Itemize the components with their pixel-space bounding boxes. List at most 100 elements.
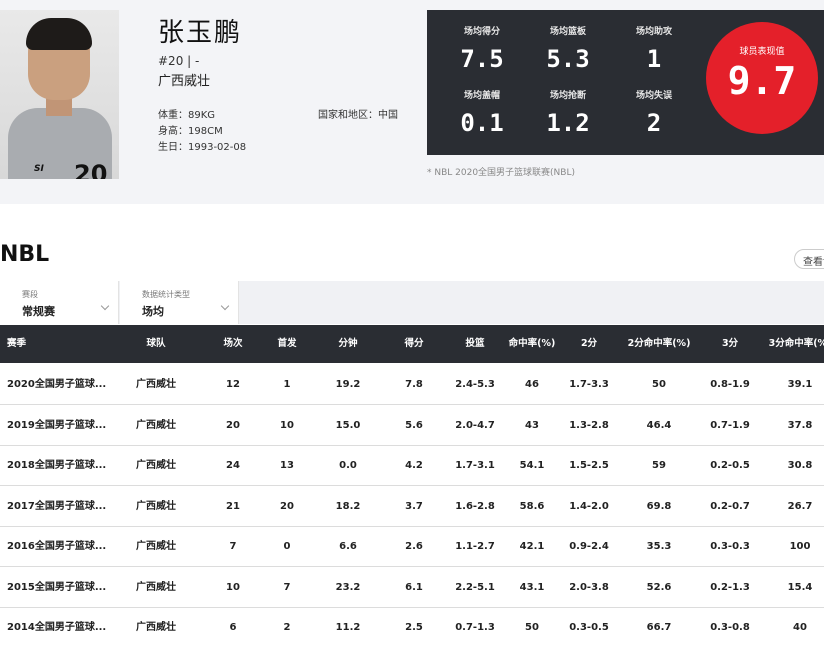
stat-type-select-value: 场均 — [142, 305, 164, 318]
jersey-number: 20 — [74, 160, 108, 179]
cell-starts: 10 — [280, 419, 294, 431]
league-section-title: NBL — [0, 242, 50, 267]
cell-fg: 1.6-2.8 — [455, 500, 495, 512]
cell-three-pt-pct: 15.4 — [787, 581, 813, 593]
stat-value: 0.1 — [460, 109, 504, 137]
cell-two-pt-pct: 46.4 — [646, 419, 672, 431]
cell-games: 10 — [226, 581, 240, 593]
stage-select[interactable]: 赛段 常规赛 — [0, 281, 119, 324]
cell-points: 6.1 — [405, 581, 423, 593]
stat-value: 5.3 — [546, 45, 590, 73]
cell-season: 2015全国男子篮球... — [7, 581, 107, 593]
cell-points: 2.6 — [405, 541, 423, 552]
view-details-button[interactable]: 查看详情 — [794, 249, 824, 269]
column-header-fg: 投篮 — [465, 338, 485, 349]
performance-score-badge: 球员表现值 9.7 — [706, 22, 818, 134]
cell-team[interactable]: 广西威壮 — [120, 608, 192, 646]
cell-three-pt-pct: 37.8 — [787, 419, 813, 431]
stat-value: 7.5 — [460, 45, 504, 73]
stat-turnovers: 场均失误 2 — [611, 88, 697, 137]
cell-fg: 1.7-3.1 — [455, 460, 495, 471]
stat-points: 场均得分 7.5 — [439, 24, 525, 73]
stat-steals: 场均抢断 1.2 — [525, 88, 611, 137]
cell-starts: 7 — [283, 581, 291, 593]
cell-team[interactable]: 广西威壮 — [120, 487, 192, 527]
cell-three-pt: 0.2-1.3 — [710, 581, 750, 593]
stat-value: 1.2 — [546, 109, 590, 137]
column-header-two-pt-pct: 2分命中率(%) — [627, 338, 691, 349]
cell-two-pt-pct: 66.7 — [646, 622, 672, 633]
player-hair — [26, 18, 92, 50]
jersey-logo: SI — [34, 164, 44, 174]
cell-fg-pct: 43.1 — [519, 581, 545, 593]
column-header-fg-pct: 命中率(%) — [508, 338, 556, 349]
cell-team[interactable]: 广西威壮 — [120, 406, 192, 446]
stat-label: 场均盖帽 — [463, 91, 500, 101]
cell-three-pt-pct: 26.7 — [787, 500, 813, 512]
cell-minutes: 0.0 — [339, 460, 357, 471]
cell-team[interactable]: 广西威壮 — [120, 446, 192, 486]
cell-two-pt-pct: 69.8 — [646, 500, 672, 512]
cell-games: 20 — [226, 419, 240, 431]
cell-three-pt: 0.2-0.5 — [710, 460, 750, 471]
stats-table-header: 赛季 球队 场次 首发 分钟 得分 投篮 命中率(%) 2分 2分命中率(%) 3分 3分命中率(%) — [0, 325, 824, 363]
cell-season: 2020全国男子篮球... — [7, 379, 107, 390]
cell-season: 2016全国男子篮球... — [7, 541, 107, 552]
stage-select-value: 常规赛 — [22, 305, 55, 318]
cell-minutes: 11.2 — [335, 622, 361, 633]
cell-two-pt: 1.4-2.0 — [569, 500, 609, 512]
column-header-two-pt: 2分 — [580, 338, 598, 349]
table-row: 2019全国男子篮球... 广西威壮 20 10 15.0 5.6 2.0-4.7 43 1.3… — [0, 405, 824, 446]
cell-two-pt-pct: 50 — [652, 379, 666, 390]
cell-fg: 2.0-4.7 — [455, 419, 495, 431]
player-height: 身高：198CM — [158, 126, 223, 137]
stat-value: 2 — [646, 109, 662, 137]
cell-three-pt-pct: 100 — [789, 541, 811, 552]
cell-minutes: 19.2 — [335, 379, 361, 390]
cell-two-pt-pct: 52.6 — [646, 581, 672, 593]
cell-two-pt: 2.0-3.8 — [569, 581, 609, 593]
player-name: 张玉鹏 — [158, 18, 243, 48]
player-profile: SI 20 张玉鹏 #20 | - 广西威壮 体重：89KG 身高：198CM … — [0, 0, 824, 204]
cell-games: 6 — [229, 622, 237, 633]
cell-team[interactable]: 广西威壮 — [120, 365, 192, 405]
stat-assists: 场均助攻 1 — [611, 24, 697, 73]
stats-footnote: * NBL 2020全国男子篮球联赛(NBL) — [427, 168, 575, 178]
cell-fg: 0.7-1.3 — [455, 622, 495, 633]
performance-score-label: 球员表现值 — [739, 47, 785, 57]
cell-season: 2014全国男子篮球... — [7, 622, 107, 633]
player-country: 国家和地区：中国 — [318, 110, 398, 121]
table-row: 2018全国男子篮球... 广西威壮 24 13 0.0 4.2 1.7-3.1 54.1 1.… — [0, 446, 824, 486]
cell-three-pt: 0.3-0.8 — [710, 622, 750, 633]
cell-season: 2017全国男子篮球... — [7, 500, 107, 512]
player-team[interactable]: 广西威壮 — [158, 70, 210, 89]
cell-starts: 2 — [283, 622, 291, 633]
cell-three-pt-pct: 30.8 — [787, 460, 813, 471]
chevron-down-icon — [100, 301, 110, 311]
cell-starts: 1 — [283, 379, 291, 390]
stat-label: 场均抢断 — [549, 91, 586, 101]
cell-two-pt: 0.3-0.5 — [569, 622, 609, 633]
column-header-minutes: 分钟 — [338, 338, 358, 349]
cell-two-pt-pct: 35.3 — [646, 541, 672, 552]
stat-type-select[interactable]: 数据统计类型 场均 — [120, 281, 239, 324]
cell-three-pt: 0.2-0.7 — [710, 500, 750, 512]
cell-minutes: 18.2 — [335, 500, 361, 512]
cell-points: 7.8 — [405, 379, 423, 390]
cell-three-pt: 0.7-1.9 — [710, 419, 750, 431]
cell-fg: 1.1-2.7 — [455, 541, 495, 552]
stat-label: 场均助攻 — [635, 27, 672, 37]
cell-fg-pct: 58.6 — [519, 500, 545, 512]
cell-two-pt: 1.3-2.8 — [569, 419, 609, 431]
stat-type-select-label: 数据统计类型 — [142, 290, 190, 299]
cell-two-pt-pct: 59 — [652, 460, 666, 471]
cell-starts: 20 — [280, 500, 294, 512]
cell-team[interactable]: 广西威壮 — [120, 568, 192, 608]
player-number: #20 | - — [158, 54, 200, 68]
stat-label: 场均失误 — [635, 91, 672, 101]
cell-points: 3.7 — [405, 500, 423, 512]
cell-two-pt: 0.9-2.4 — [569, 541, 609, 552]
cell-team[interactable]: 广西威壮 — [120, 527, 192, 567]
table-row: 2016全国男子篮球... 广西威壮 7 0 6.6 2.6 1.1-2.7 42.1 0.9-… — [0, 527, 824, 567]
cell-two-pt: 1.7-3.3 — [569, 379, 609, 390]
